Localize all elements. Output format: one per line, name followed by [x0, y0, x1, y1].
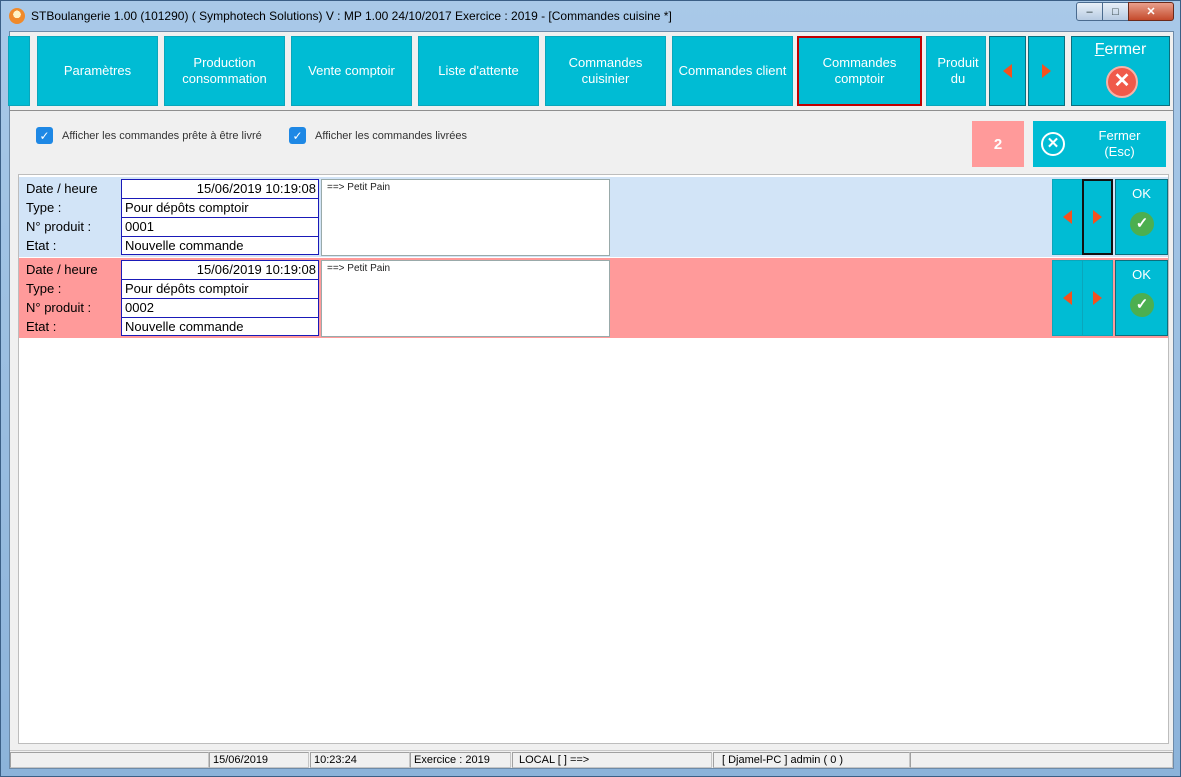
fermer-esc-button[interactable]: ✕ Fermer (Esc): [1033, 121, 1166, 167]
order-count-badge: 2: [972, 121, 1024, 167]
order-product-no: 0002: [122, 299, 318, 318]
order-row[interactable]: Date / heure Type : N° produit : Etat : …: [19, 177, 1168, 257]
type-label: Type :: [26, 200, 62, 215]
status-exercice: Exercice : 2019: [410, 752, 511, 768]
ok-label: OK: [1132, 186, 1151, 201]
fermer-button-label: Fermer: [1094, 41, 1147, 58]
tab-produit-du[interactable]: Produit du: [926, 36, 986, 106]
close-circle-icon: ✕: [1041, 132, 1065, 156]
status-cell-empty: [910, 752, 1173, 768]
order-detail: ==> Petit Pain: [321, 179, 610, 256]
tab-commandes-cuisinier[interactable]: Commandes cuisinier: [545, 36, 666, 106]
order-next-button[interactable]: [1082, 260, 1113, 336]
check-circle-icon: ✓: [1130, 293, 1154, 317]
close-circle-icon: ✕: [1106, 66, 1138, 98]
checkmark-icon: ✓: [36, 127, 53, 144]
status-time: 10:23:24: [310, 752, 410, 768]
order-product-no: 0001: [122, 218, 318, 237]
arrow-right-icon: [1042, 64, 1051, 78]
tab-vente-comptoir[interactable]: Vente comptoir: [291, 36, 412, 106]
tab-commandes-client[interactable]: Commandes client: [672, 36, 793, 106]
order-prev-button[interactable]: [1052, 179, 1083, 255]
client-area: Paramètres Production consommation Vente…: [8, 31, 1174, 769]
tab-commandes-comptoir[interactable]: Commandes comptoir: [797, 36, 922, 106]
show-delivered-label: Afficher les commandes livrées: [315, 129, 468, 142]
minimize-button[interactable]: –: [1076, 2, 1103, 21]
date-label: Date / heure: [26, 181, 98, 196]
toolbar-scroll-stub[interactable]: [8, 36, 30, 106]
show-ready-label: Afficher les commandes prête à être livr…: [62, 129, 262, 142]
order-fields: 15/06/2019 10:19:08 Pour dépôts comptoir…: [121, 260, 319, 336]
fermer-esc-label: Fermer (Esc): [1098, 128, 1141, 159]
tab-liste-attente[interactable]: Liste d'attente: [418, 36, 539, 106]
order-state: Nouvelle commande: [125, 319, 244, 334]
order-next-button[interactable]: [1082, 179, 1113, 255]
check-circle-icon: ✓: [1130, 212, 1154, 236]
order-detail: ==> Petit Pain: [321, 260, 610, 337]
order-row[interactable]: Date / heure Type : N° produit : Etat : …: [19, 258, 1168, 338]
arrow-left-icon: [1063, 210, 1072, 224]
order-datetime: 15/06/2019 10:19:08: [122, 261, 318, 280]
arrow-right-icon: [1093, 291, 1102, 305]
ok-label: OK: [1132, 267, 1151, 282]
window-controls: – □ ✕: [1076, 2, 1174, 21]
type-label: Type :: [26, 281, 62, 296]
product-label: N° produit :: [26, 300, 92, 315]
status-local: LOCAL [ ] ==>: [512, 752, 712, 768]
status-user: [ Djamel-PC ] admin ( 0 ): [713, 752, 910, 768]
arrow-right-icon: [1093, 210, 1102, 224]
checkmark-icon: ✓: [289, 127, 306, 144]
order-state: Nouvelle commande: [125, 238, 244, 253]
order-type: Pour dépôts comptoir: [122, 280, 318, 299]
window-title: STBoulangerie 1.00 (101290) ( Symphotech…: [31, 9, 672, 23]
tab-parametres[interactable]: Paramètres: [37, 36, 158, 106]
date-label: Date / heure: [26, 262, 98, 277]
order-fields: 15/06/2019 10:19:08 Pour dépôts comptoir…: [121, 179, 319, 255]
app-logo-icon: [9, 8, 25, 24]
arrow-left-icon: [1063, 291, 1072, 305]
title-bar[interactable]: STBoulangerie 1.00 (101290) ( Symphotech…: [1, 1, 1180, 31]
order-prev-button[interactable]: [1052, 260, 1083, 336]
orders-list[interactable]: Date / heure Type : N° produit : Etat : …: [18, 174, 1169, 744]
status-bar: 15/06/2019 10:23:24 Exercice : 2019 LOCA…: [10, 750, 1173, 768]
show-delivered-checkbox[interactable]: ✓ Afficher les commandes livrées: [289, 127, 467, 144]
close-window-button[interactable]: ✕: [1128, 2, 1174, 21]
order-ok-button[interactable]: OK ✓: [1115, 179, 1168, 255]
status-cell-empty: [10, 752, 209, 768]
fermer-button[interactable]: Fermer ✕: [1071, 36, 1170, 106]
order-type: Pour dépôts comptoir: [122, 199, 318, 218]
state-label: Etat :: [26, 319, 57, 334]
arrow-left-icon: [1003, 64, 1012, 78]
toolbar: Paramètres Production consommation Vente…: [8, 32, 1173, 111]
toolbar-next-button[interactable]: [1028, 36, 1065, 106]
tab-production-consommation[interactable]: Production consommation: [164, 36, 285, 106]
toolbar-prev-button[interactable]: [989, 36, 1026, 106]
status-date: 15/06/2019: [209, 752, 309, 768]
application-window: STBoulangerie 1.00 (101290) ( Symphotech…: [0, 0, 1181, 777]
order-ok-button[interactable]: OK ✓: [1115, 260, 1168, 336]
order-datetime: 15/06/2019 10:19:08: [122, 180, 318, 199]
state-label: Etat :: [26, 238, 57, 253]
maximize-button[interactable]: □: [1102, 2, 1129, 21]
show-ready-checkbox[interactable]: ✓ Afficher les commandes prête à être li…: [36, 127, 262, 144]
product-label: N° produit :: [26, 219, 92, 234]
